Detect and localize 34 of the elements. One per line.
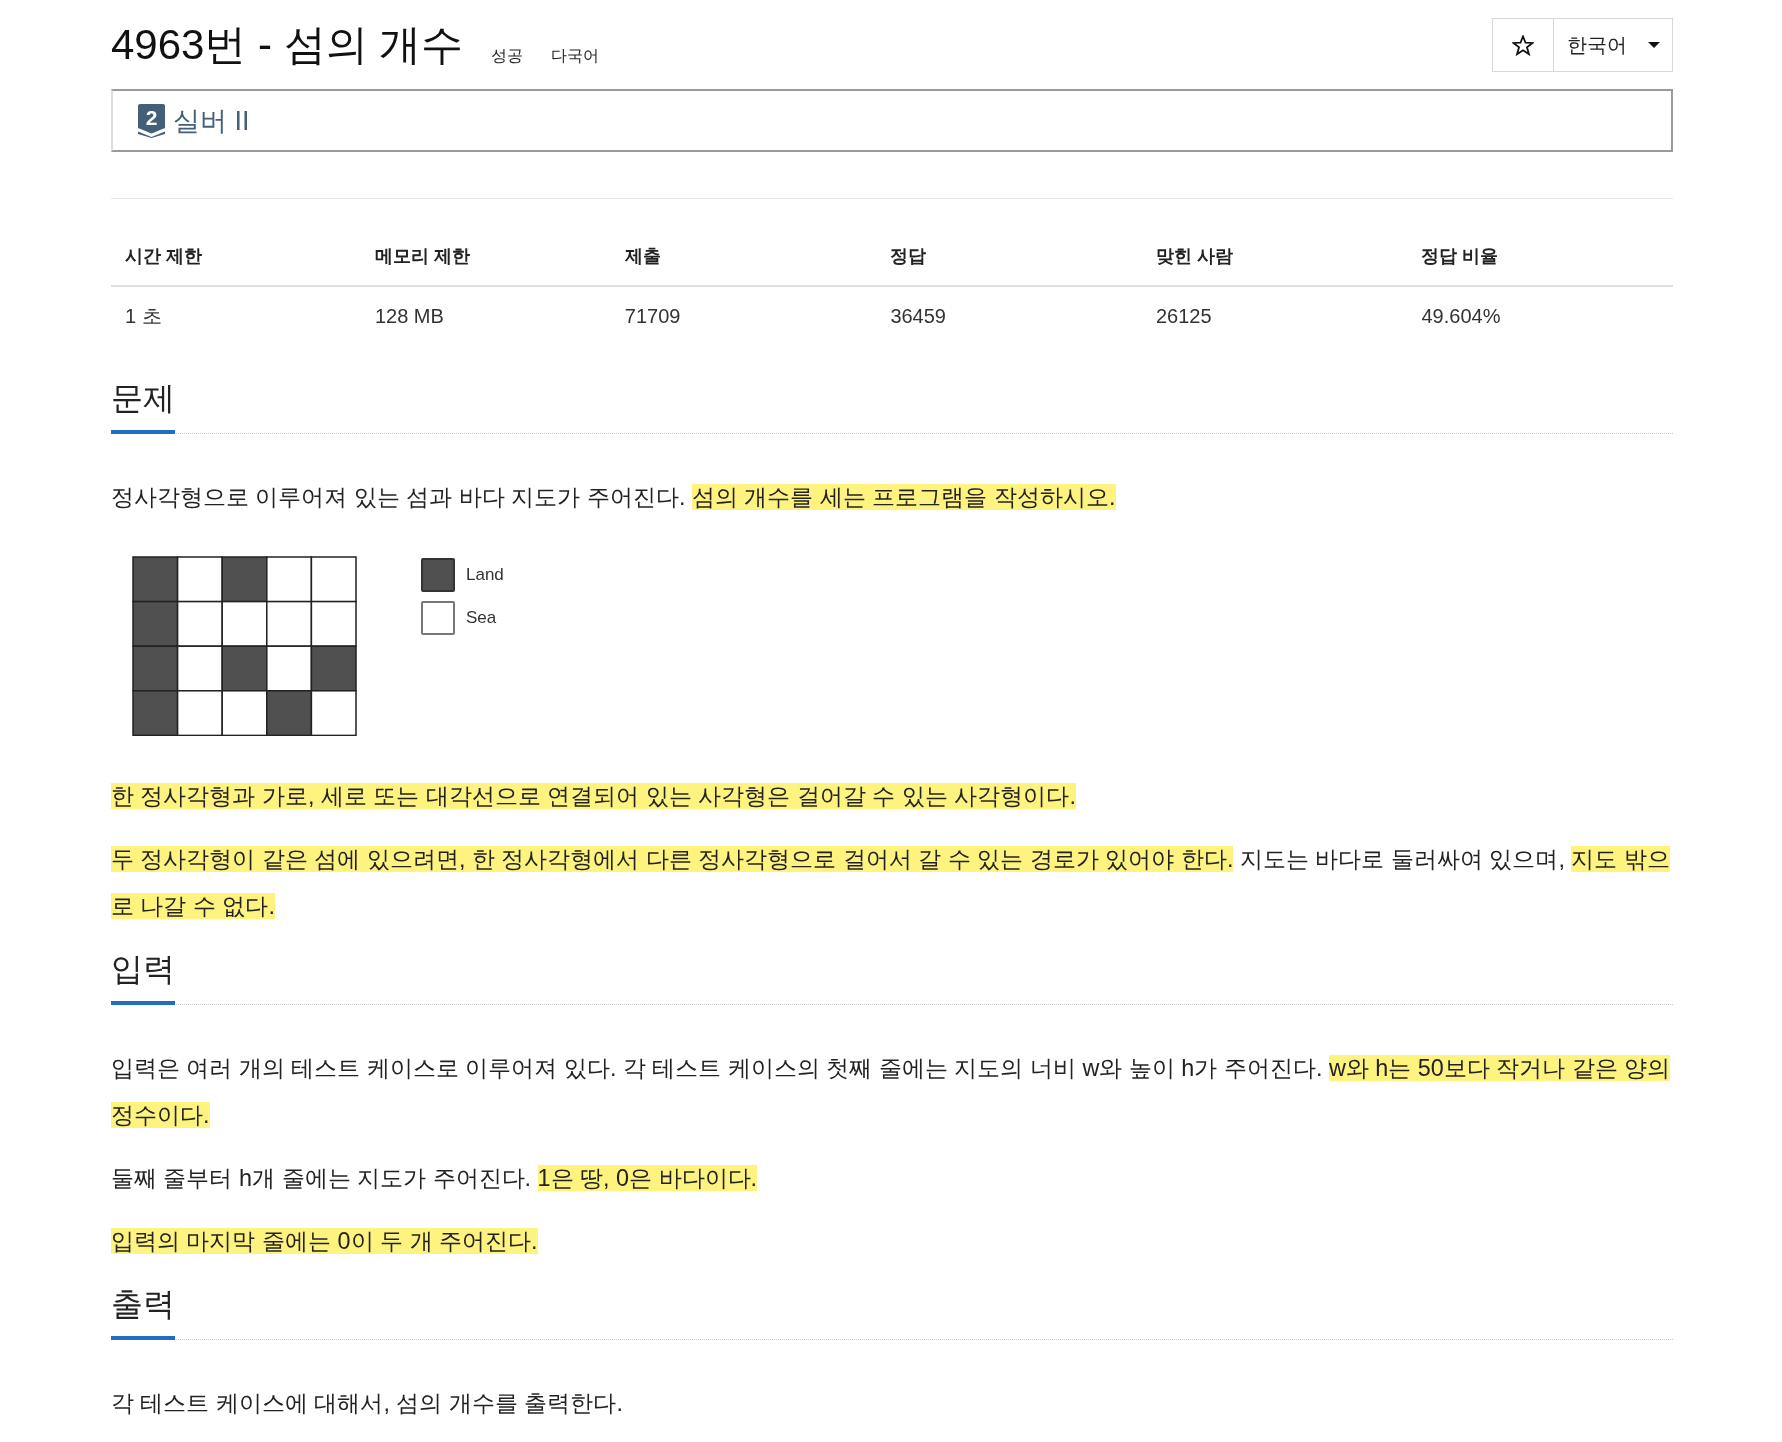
column-header: 제출	[610, 227, 877, 287]
legend-swatch-icon	[421, 558, 455, 592]
favorite-button[interactable]	[1492, 18, 1554, 72]
problem-tag: 성공	[491, 46, 524, 66]
paragraph: 한 정사각형과 가로, 세로 또는 대각선으로 연결되어 있는 사각형은 걸어갈 수 있는 사각형이다.	[111, 782, 1077, 812]
table-cell-text: 128 MB	[373, 303, 445, 329]
legend-label: Sea	[466, 608, 497, 628]
column-header: 시간 제한	[111, 227, 361, 287]
legend-swatch-icon	[421, 601, 455, 635]
paragraph: 둘째 줄부터 h개 줄에는 지도가 주어진다. 1은 땅, 0은 바다이다.	[111, 1164, 759, 1194]
column-header: 맞힌 사람	[1141, 227, 1408, 287]
table-cell-text: 71709	[623, 303, 682, 329]
section-heading: 입력	[111, 947, 175, 1006]
tier-name: 실버 II	[173, 104, 250, 138]
table-cell-text: 36459	[889, 303, 947, 329]
paragraph: 각 테스트 케이스에 대해서, 섬의 개수를 출력한다.	[111, 1389, 624, 1419]
problem-title: 4963번 - 섬의 개수	[111, 20, 464, 70]
caret-icon	[1648, 42, 1660, 48]
table-cell-text: 49.604%	[1420, 303, 1502, 329]
table-cell-text: 1 초	[124, 303, 163, 329]
language-dropdown[interactable]: 한국어	[1554, 18, 1673, 72]
paragraph: 입력의 마지막 줄에는 0이 두 개 주어진다.	[111, 1227, 539, 1257]
column-header: 메모리 제한	[360, 227, 611, 287]
column-header: 정답	[876, 227, 1142, 287]
paragraph: 두 정사각형이 같은 섬에 있으려면, 한 정사각형에서 다른 정사각형으로 걸어서 갈 수 있는 경로가 있어야 한다. 지도는 바다로 둘러싸여 있으며, 지도 밖으로 나갈 수 없다.	[111, 845, 1671, 922]
section-heading: 출력	[111, 1282, 175, 1341]
paragraph: 입력은 여러 개의 테스트 케이스로 이루어져 있다. 각 테스트 케이스의 첫째 줄에는 지도의 너비 w와 높이 h가 주어진다. w와 h는 50보다 작거나 같은 양의 정수이다.	[111, 1054, 1672, 1131]
problem-tag: 다국어	[551, 46, 600, 66]
section-heading: 문제	[111, 376, 175, 434]
paragraph: 정사각형으로 이루어져 있는 섬과 바다 지도가 주어진다. 섬의 개수를 세는 프로그램을 작성하시오.	[111, 483, 1117, 512]
legend-label: Land	[466, 565, 504, 585]
table-cell-text: 26125	[1154, 303, 1213, 329]
star-icon	[1512, 34, 1534, 56]
column-header: 정답 비율	[1407, 227, 1673, 287]
